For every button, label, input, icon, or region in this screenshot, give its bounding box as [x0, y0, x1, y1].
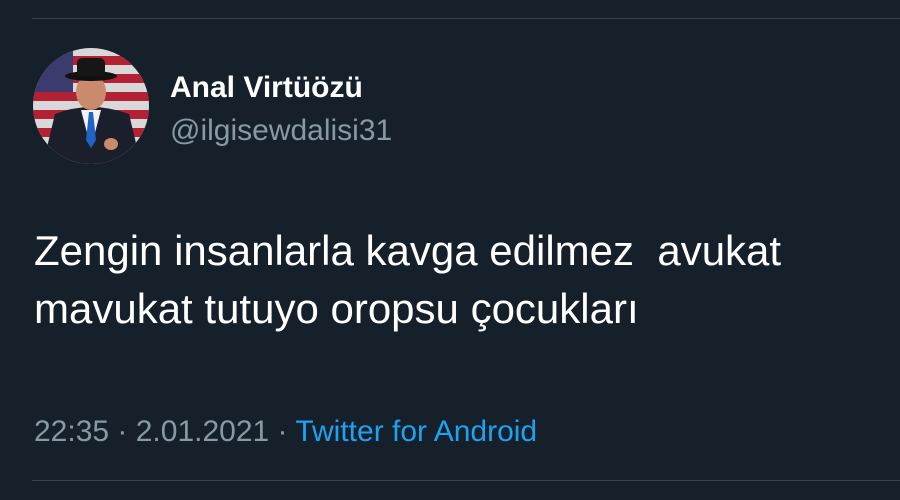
- author-handle[interactable]: @ilgisewdalisi31: [170, 113, 392, 149]
- author-display-name[interactable]: Anal Virtüözü: [170, 70, 363, 106]
- tweet-date[interactable]: 2.01.2021: [136, 415, 269, 448]
- tweet-source-link[interactable]: Twitter for Android: [295, 415, 537, 448]
- tweet-text: Zengin insanlarla kavga edilmez avukat m…: [34, 227, 793, 332]
- meta-separator-2: ·: [269, 415, 296, 448]
- tweet-detail-view: Anal Virtüözü @ilgisewdalisi31 Zengin in…: [0, 0, 900, 500]
- top-divider: [32, 18, 900, 19]
- tweet-time[interactable]: 22:35: [34, 415, 109, 448]
- avatar-image: [33, 48, 149, 164]
- tweet-meta: 22:35 · 2.01.2021 · Twitter for Android: [34, 414, 537, 450]
- avatar[interactable]: [33, 48, 149, 164]
- meta-separator: ·: [109, 415, 136, 448]
- bottom-divider: [32, 480, 900, 481]
